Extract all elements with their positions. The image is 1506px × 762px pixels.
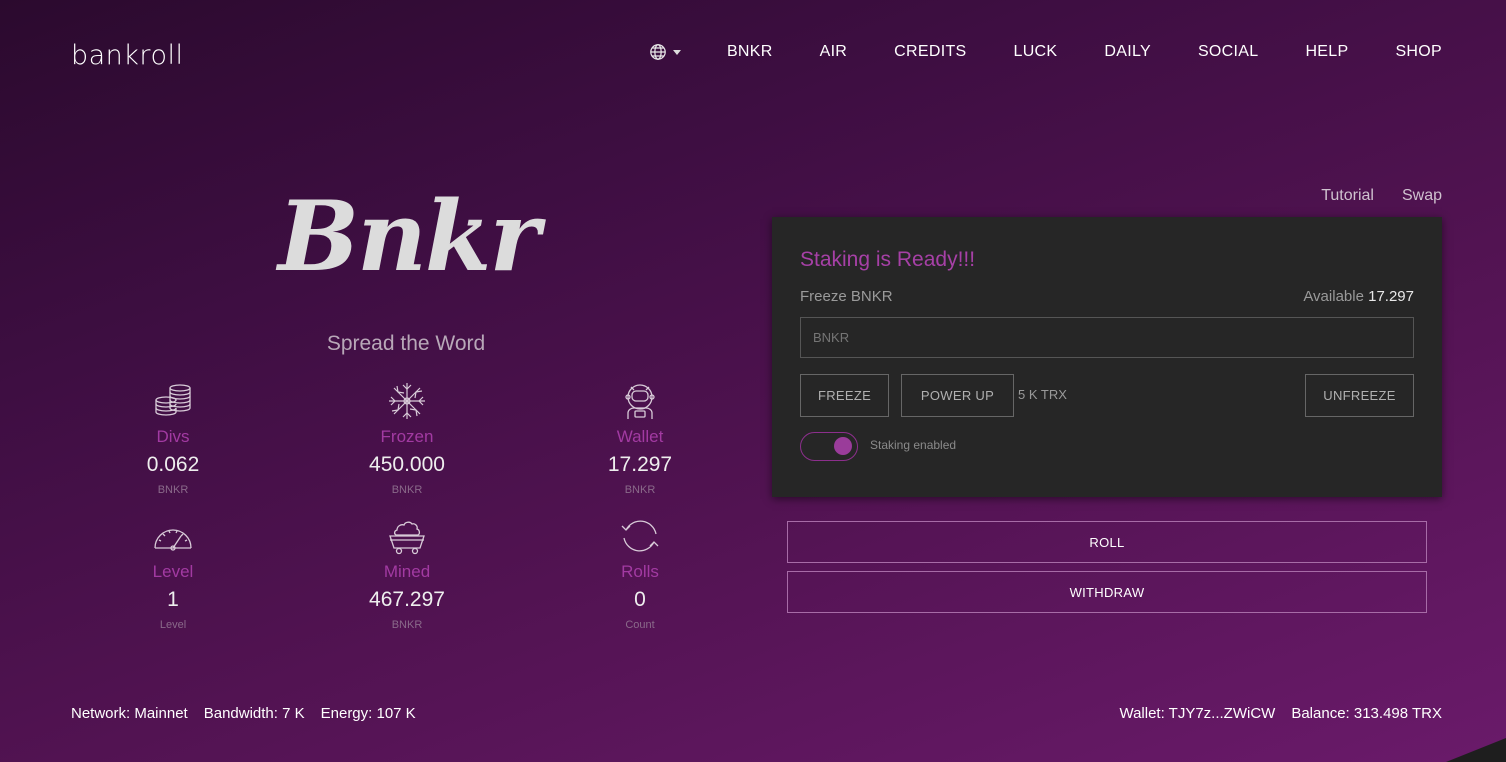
nav-bnkr[interactable]: BNKR <box>727 43 773 61</box>
staking-heading: Staking is Ready!!! <box>800 248 976 271</box>
wallet-status: Wallet: TJY7z...ZWiCW Balance: 313.498 T… <box>1119 705 1442 722</box>
toggle-knob <box>834 437 852 455</box>
corner-decoration <box>1446 738 1506 762</box>
language-selector[interactable] <box>649 43 681 61</box>
stat-unit: Count <box>625 619 655 631</box>
available-balance: Available 17.297 <box>1303 288 1414 305</box>
stat-label: Wallet <box>616 427 664 446</box>
energy-info: Energy: 107 K <box>320 705 416 722</box>
stat-label: Rolls <box>621 562 659 581</box>
nav-air[interactable]: AIR <box>820 43 848 61</box>
stat-label: Level <box>152 562 194 581</box>
stat-value: 0.062 <box>146 453 200 476</box>
bandwidth-info: Bandwidth: 7 K <box>203 705 305 722</box>
main-nav: BNKR AIR CREDITS LUCK DAILY SOCIAL HELP … <box>649 43 1442 61</box>
speedometer-icon <box>154 529 192 551</box>
nav-credits[interactable]: CREDITS <box>894 43 966 61</box>
stat-mined: Mined 467.297 BNKR <box>290 515 524 631</box>
stat-unit: BNKR <box>157 484 189 496</box>
stat-unit: Level <box>159 619 187 631</box>
unfreeze-button[interactable]: UNFREEZE <box>1305 374 1414 417</box>
nav-shop[interactable]: SHOP <box>1395 43 1442 61</box>
available-label: Available <box>1303 288 1364 305</box>
freeze-label: Freeze BNKR <box>800 288 893 305</box>
freeze-amount-input[interactable] <box>800 317 1414 358</box>
trx-balance: Balance: 313.498 TRX <box>1291 705 1442 722</box>
power-up-cost: 5 K TRX <box>1018 387 1067 402</box>
secondary-links: Tutorial Swap <box>1321 187 1442 205</box>
nav-daily[interactable]: DAILY <box>1104 43 1151 61</box>
power-up-button[interactable]: POWER UP <box>901 374 1014 417</box>
stat-label: Mined <box>383 562 431 581</box>
stat-frozen: Frozen 450.000 BNKR <box>290 380 524 496</box>
refresh-icon <box>621 520 659 552</box>
stat-value: 450.000 <box>369 453 445 476</box>
stat-value: 467.297 <box>369 588 445 611</box>
stat-unit: BNKR <box>391 619 423 631</box>
freeze-button[interactable]: FREEZE <box>800 374 889 417</box>
stat-value: 0 <box>634 588 646 611</box>
globe-icon <box>650 44 666 60</box>
nav-social[interactable]: SOCIAL <box>1198 43 1259 61</box>
stat-unit: BNKR <box>391 484 423 496</box>
roll-button[interactable]: ROLL <box>787 521 1427 563</box>
stat-divs: Divs 0.062 BNKR <box>56 380 290 496</box>
network-info: Network: Mainnet <box>71 705 188 722</box>
tagline: Spread the Word <box>326 332 486 355</box>
astronaut-icon <box>625 384 655 419</box>
bankroll-logo[interactable]: bankroll <box>71 40 183 71</box>
nav-help[interactable]: HELP <box>1305 43 1348 61</box>
stat-unit: BNKR <box>624 484 656 496</box>
staking-toggle-label: Staking enabled <box>870 438 957 452</box>
stat-level: Level 1 Level <box>56 515 290 631</box>
swap-link[interactable]: Swap <box>1402 187 1442 205</box>
wallet-address: Wallet: TJY7z...ZWiCW <box>1119 705 1276 722</box>
stat-label: Divs <box>156 427 190 446</box>
tutorial-link[interactable]: Tutorial <box>1321 187 1374 205</box>
nav-luck[interactable]: LUCK <box>1014 43 1058 61</box>
network-status: Network: Mainnet Bandwidth: 7 K Energy: … <box>71 705 416 722</box>
stat-label: Frozen <box>380 427 434 446</box>
mine-cart-icon <box>389 521 425 555</box>
staking-toggle[interactable] <box>800 432 858 461</box>
stat-value: 1 <box>167 588 179 611</box>
stat-wallet: Wallet 17.297 BNKR <box>523 380 757 496</box>
coins-stack-icon <box>155 384 191 416</box>
withdraw-button[interactable]: WITHDRAW <box>787 571 1427 613</box>
page-title: Bnkr <box>277 180 540 293</box>
chevron-down-icon <box>672 49 681 55</box>
stat-value: 17.297 <box>607 453 673 476</box>
stat-rolls: Rolls 0 Count <box>523 515 757 631</box>
available-value: 17.297 <box>1368 288 1414 305</box>
snowflake-icon <box>389 383 425 419</box>
staking-panel: Staking is Ready!!! Freeze BNKR Availabl… <box>772 217 1442 497</box>
